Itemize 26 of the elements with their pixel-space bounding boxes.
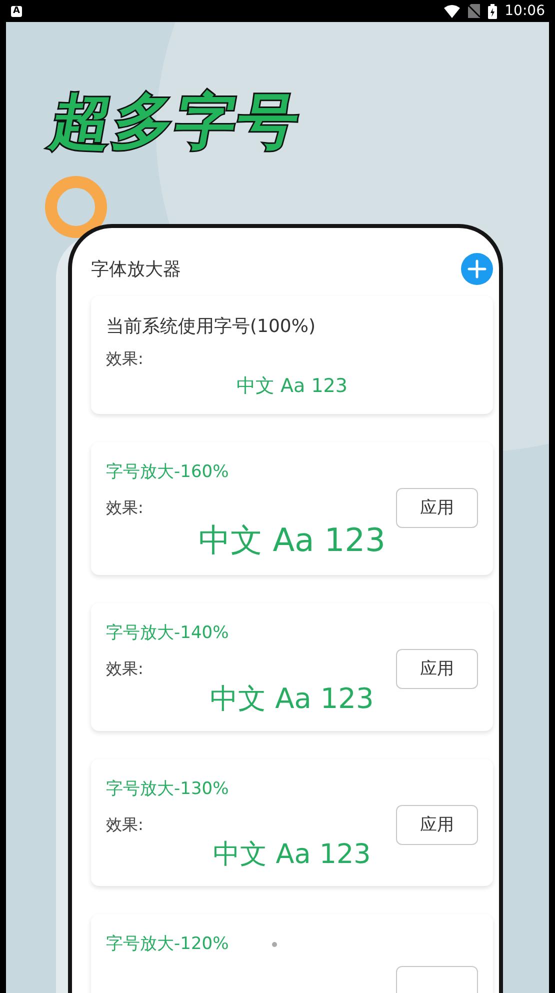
- apply-button[interactable]: 应用: [396, 804, 478, 845]
- wifi-icon: [444, 4, 460, 18]
- sample-text: 中文 Aa 123: [212, 838, 372, 870]
- add-button[interactable]: [461, 253, 493, 285]
- card-heading: 字号放大-130%: [106, 778, 229, 801]
- sample-text: 中文 Aa 123: [209, 682, 375, 715]
- apply-button[interactable]: 应用: [396, 648, 478, 689]
- effect-label: 效果:: [106, 814, 144, 836]
- sample-text: 中文 Aa 123: [236, 376, 348, 398]
- battery-icon: [488, 4, 497, 18]
- apply-button[interactable]: 应用: [396, 488, 478, 528]
- app-title: 字体放大器: [91, 258, 181, 281]
- no-sim-icon: [468, 4, 480, 18]
- card-heading: 字号放大-160%: [106, 460, 229, 484]
- effect-label: 效果:: [106, 496, 144, 519]
- card-heading: 字号放大-140%: [106, 622, 229, 645]
- ring-icon: [44, 175, 108, 239]
- notification-icon: A: [11, 6, 22, 16]
- card-heading: 字号放大-120%: [106, 932, 229, 956]
- touch-dot: [272, 942, 277, 947]
- banner-title: 超多字号: [45, 86, 307, 159]
- card-heading: 当前系统使用字号(100%): [106, 315, 317, 339]
- effect-label: 效果:: [106, 658, 144, 680]
- effect-label: 效果:: [106, 348, 144, 370]
- sample-text: 中文 Aa 123: [198, 522, 386, 559]
- status-time: 10:06: [504, 3, 545, 19]
